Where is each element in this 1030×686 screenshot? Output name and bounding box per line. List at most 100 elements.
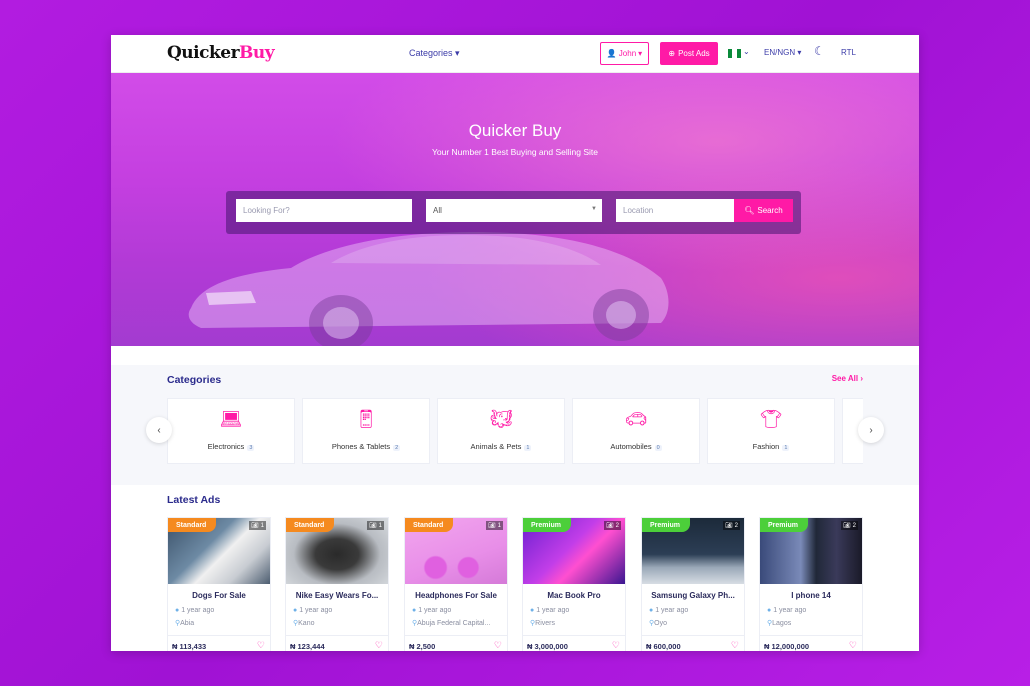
category-card-phones-tablets[interactable]: 📱︎ Phones & Tablets 2 <box>302 398 430 464</box>
nigeria-flag-icon[interactable] <box>728 49 741 58</box>
chevron-down-icon[interactable]: ⌄ <box>743 47 750 56</box>
see-all-label: See All <box>831 374 859 383</box>
clock-icon: ● <box>412 607 417 614</box>
category-card-electronics[interactable]: 💻︎ Electronics 3 <box>167 398 295 464</box>
categories-title: Categories <box>167 374 222 386</box>
category-card-automobiles[interactable]: 🚗︎ Automobiles 0 <box>572 398 700 464</box>
category-label: Electronics 3 <box>168 442 294 451</box>
category-count: 0 <box>654 445 662 451</box>
ad-price: ₦ 113,433 <box>172 642 207 651</box>
category-select[interactable]: All ▼ <box>426 199 602 222</box>
categories-section: Categories See All › 💻︎ Electronics 3 📱︎ … <box>111 365 919 485</box>
ad-location: ⚲Lagos <box>767 619 858 627</box>
ad-time: ● 1 year ago <box>649 607 740 614</box>
ad-card[interactable]: Standard 📷︎ 1 Headphones For Sale ● 1 yea… <box>404 517 508 651</box>
hero-banner: Quicker Buy Your Number 1 Best Buying an… <box>111 73 919 346</box>
carousel-prev-button[interactable]: ‹ <box>146 417 172 443</box>
hero-title: Quicker Buy <box>468 121 562 140</box>
hero-subtitle: Your Number 1 Best Buying and Selling Si… <box>431 147 598 157</box>
search-icon: 🔍︎ <box>744 206 755 215</box>
heart-icon[interactable]: ♡ <box>375 640 383 651</box>
divider <box>286 635 388 636</box>
camera-icon: 📷︎ <box>369 523 377 529</box>
ad-time-value: 1 year ago <box>655 607 689 614</box>
ad-title[interactable]: Dogs For Sale <box>172 591 266 600</box>
heart-icon[interactable]: ♡ <box>849 640 857 651</box>
ad-title[interactable]: Mac Book Pro <box>527 591 621 600</box>
camera-icon: 📷︎ <box>725 523 733 529</box>
category-name: Animals & Pets <box>470 442 522 451</box>
clock-icon: ● <box>175 607 180 614</box>
photo-count-value: 1 <box>378 522 382 529</box>
search-button[interactable]: 🔍︎ Search <box>734 199 793 222</box>
clock-icon: ● <box>530 607 535 614</box>
category-label: Phones & Tablets 2 <box>303 442 429 451</box>
ad-time-value: 1 year ago <box>181 607 215 614</box>
divider <box>642 635 744 636</box>
browser-frame: QuickerBuy Categories ▾ 👤 John ▾ ⊕ Post Ads… <box>111 35 919 651</box>
ad-location-value: Lagos <box>772 620 792 627</box>
categories-dropdown[interactable]: Categories ▾ <box>409 48 460 59</box>
category-label: Automobiles 0 <box>573 442 699 451</box>
category-card-fashion[interactable]: 👕︎ Fashion 1 <box>707 398 835 464</box>
camera-icon: 📷︎ <box>843 523 851 529</box>
ad-title[interactable]: Nike Easy Wears Fo... <box>290 591 384 600</box>
ad-badge: Standard <box>405 518 454 532</box>
divider <box>523 635 625 636</box>
heart-icon[interactable]: ♡ <box>731 640 739 651</box>
ad-badge: Premium <box>642 518 690 532</box>
language-currency-selector[interactable]: EN/NGN ▾ <box>764 48 801 57</box>
camera-icon: 📷︎ <box>488 523 496 529</box>
ad-time: ● 1 year ago <box>293 607 384 614</box>
ad-title[interactable]: Headphones For Sale <box>409 591 503 600</box>
ad-title[interactable]: Samsung Galaxy Ph... <box>646 591 740 600</box>
site-logo[interactable]: QuickerBuy <box>167 43 275 63</box>
ad-location-value: Oyo <box>654 620 667 627</box>
ad-card[interactable]: Standard 📷︎ 1 Nike Easy Wears Fo... ● 1 y… <box>285 517 389 651</box>
post-ads-button[interactable]: ⊕ Post Ads <box>660 42 718 65</box>
category-name: Automobiles <box>610 442 652 451</box>
ad-time: ● 1 year ago <box>175 607 266 614</box>
ad-price: ₦ 12,000,000 <box>764 642 810 651</box>
ad-time-value: 1 year ago <box>418 607 452 614</box>
ad-card[interactable]: Premium 📷︎ 2 I phone 14 ● 1 year ago ⚲Lag… <box>759 517 863 651</box>
clock-icon: ● <box>293 607 298 614</box>
ad-location: ⚲Oyo <box>649 619 740 627</box>
looking-for-input[interactable]: Looking For? <box>236 199 412 222</box>
heart-icon[interactable]: ♡ <box>257 640 265 651</box>
user-icon: 👤 <box>606 49 617 58</box>
photo-count: 📷︎ 1 <box>367 521 384 530</box>
rtl-toggle[interactable]: RTL <box>841 48 856 57</box>
category-name: Phones & Tablets <box>331 442 391 451</box>
photo-count-value: 2 <box>615 522 619 529</box>
category-count: 1 <box>782 445 790 451</box>
heart-icon[interactable]: ♡ <box>494 640 502 651</box>
photo-count-value: 2 <box>734 522 738 529</box>
ad-card[interactable]: Premium 📷︎ 2 Mac Book Pro ● 1 year ago ⚲R… <box>522 517 626 651</box>
carousel-next-button[interactable]: › <box>858 417 884 443</box>
site-header: QuickerBuy Categories ▾ 👤 John ▾ ⊕ Post Ads… <box>111 35 919 73</box>
photo-count: 📷︎ 2 <box>604 521 621 530</box>
ad-title[interactable]: I phone 14 <box>764 591 858 600</box>
category-name: Electronics <box>207 442 245 451</box>
ad-location: ⚲Kano <box>293 619 384 627</box>
ad-card[interactable]: Standard 📷︎ 1 Dogs For Sale ● 1 year ago … <box>167 517 271 651</box>
latest-ads-list: Standard 📷︎ 1 Dogs For Sale ● 1 year ago … <box>167 517 867 651</box>
photo-count-value: 2 <box>852 522 856 529</box>
heart-icon[interactable]: ♡ <box>612 640 620 651</box>
category-select-value: All <box>433 206 442 215</box>
location-input[interactable]: Location <box>616 199 734 222</box>
clock-icon: ● <box>649 607 654 614</box>
category-carousel: 💻︎ Electronics 3 📱︎ Phones & Tablets 2 🐙︎ … <box>167 398 863 464</box>
category-card-animals-pets[interactable]: 🐙︎ Animals & Pets 1 <box>437 398 565 464</box>
photo-count-value: 1 <box>497 522 501 529</box>
ad-card[interactable]: Premium 📷︎ 2 Samsung Galaxy Ph... ● 1 yea… <box>641 517 745 651</box>
photo-count: 📷︎ 1 <box>249 521 266 530</box>
category-count: 1 <box>524 445 532 451</box>
see-all-link[interactable]: See All › <box>832 374 863 383</box>
ad-price: ₦ 3,000,000 <box>527 642 568 651</box>
search-bar: Looking For? All ▼ Location 🔍︎ Search <box>226 191 801 234</box>
user-menu-button[interactable]: 👤 John ▾ <box>600 42 649 65</box>
ad-location-value: Abuja Federal Capital... <box>417 620 491 627</box>
dark-mode-moon-icon[interactable]: ☾ <box>814 44 825 58</box>
